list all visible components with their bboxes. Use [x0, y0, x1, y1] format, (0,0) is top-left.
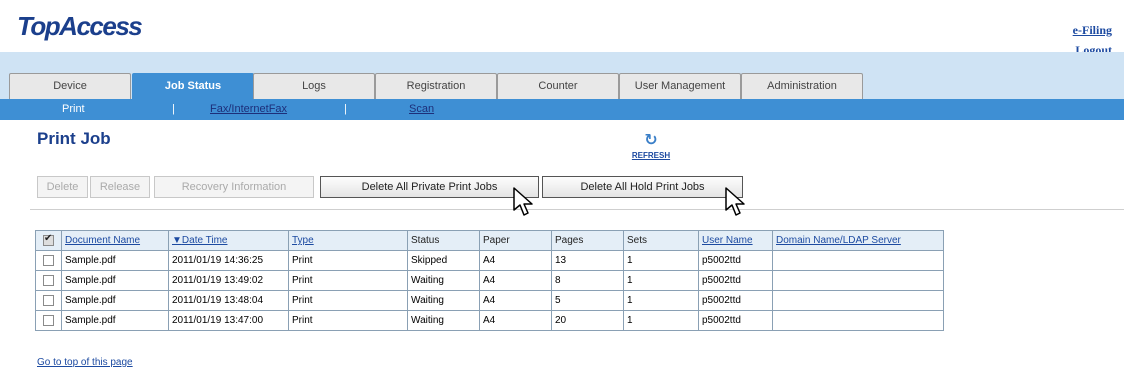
table-row: Sample.pdf 2011/01/19 13:48:04 Print Wai…	[35, 290, 944, 311]
refresh-button[interactable]: ↻ REFRESH	[628, 132, 674, 161]
cell-user-name: p5002ttd	[698, 310, 773, 331]
cell-sets: 1	[623, 270, 699, 291]
col-document-name[interactable]: Document Name	[61, 230, 169, 251]
recovery-information-button[interactable]: Recovery Information	[154, 176, 314, 198]
efiling-link[interactable]: e-Filing	[1073, 20, 1112, 40]
page-title: Print Job	[37, 129, 111, 148]
main-tab-bar: Device Job Status Logs Registration Coun…	[0, 52, 1124, 99]
cell-date-time: 2011/01/19 13:48:04	[168, 290, 289, 311]
cell-document-name: Sample.pdf	[61, 310, 169, 331]
cell-document-name: Sample.pdf	[61, 290, 169, 311]
cell-document-name: Sample.pdf	[61, 270, 169, 291]
cell-pages: 13	[551, 250, 624, 271]
row-checkbox-cell[interactable]	[35, 270, 62, 291]
cell-sets: 1	[623, 290, 699, 311]
table-header-row: Document Name ▼Date Time Type Status Pap…	[35, 230, 944, 251]
cell-date-time: 2011/01/19 14:36:25	[168, 250, 289, 271]
col-sets: Sets	[623, 230, 699, 251]
divider	[30, 209, 1124, 210]
cell-domain-name	[772, 310, 944, 331]
mouse-pointer-icon	[513, 187, 533, 216]
cell-status: Waiting	[407, 270, 480, 291]
cell-domain-name	[772, 270, 944, 291]
col-date-time-label: Date Time	[181, 235, 228, 246]
refresh-icon: ↻	[644, 132, 658, 149]
col-pages: Pages	[551, 230, 624, 251]
row-checkbox-cell[interactable]	[35, 310, 62, 331]
sort-desc-icon: ▼	[172, 235, 182, 246]
col-domain-name[interactable]: Domain Name/LDAP Server	[772, 230, 944, 251]
subnav-scan[interactable]: Scan	[409, 103, 434, 115]
refresh-label: REFRESH	[631, 151, 671, 160]
cell-document-name: Sample.pdf	[61, 250, 169, 271]
cell-type: Print	[288, 250, 408, 271]
table-row: Sample.pdf 2011/01/19 13:47:00 Print Wai…	[35, 310, 944, 331]
cell-user-name: p5002ttd	[698, 250, 773, 271]
cell-paper: A4	[479, 270, 552, 291]
col-type[interactable]: Type	[288, 230, 408, 251]
table-row: Sample.pdf 2011/01/19 13:49:02 Print Wai…	[35, 270, 944, 291]
subnav-separator: |	[344, 103, 347, 115]
mouse-pointer-icon	[725, 187, 745, 216]
release-button[interactable]: Release	[90, 176, 150, 198]
col-user-name[interactable]: User Name	[698, 230, 773, 251]
col-status: Status	[407, 230, 480, 251]
subnav-separator: |	[172, 103, 175, 115]
subnav-fax[interactable]: Fax/InternetFax	[210, 103, 287, 115]
tab-job-status[interactable]: Job Status	[132, 73, 254, 99]
cell-paper: A4	[479, 310, 552, 331]
cell-type: Print	[288, 310, 408, 331]
delete-button[interactable]: Delete	[37, 176, 88, 198]
cell-user-name: p5002ttd	[698, 290, 773, 311]
cell-sets: 1	[623, 250, 699, 271]
cell-pages: 8	[551, 270, 624, 291]
tab-logs[interactable]: Logs	[253, 73, 375, 99]
tab-counter[interactable]: Counter	[497, 73, 619, 99]
row-checkbox-cell[interactable]	[35, 290, 62, 311]
tab-user-management[interactable]: User Management	[619, 73, 741, 99]
subnav-print[interactable]: Print	[62, 103, 85, 115]
row-checkbox[interactable]	[43, 254, 54, 266]
col-date-time[interactable]: ▼Date Time	[168, 230, 289, 251]
cell-domain-name	[772, 290, 944, 311]
tab-administration[interactable]: Administration	[741, 73, 863, 99]
tab-device[interactable]: Device	[9, 73, 131, 99]
cell-status: Waiting	[407, 310, 480, 331]
sub-navigation: Print | Fax/InternetFax | Scan	[0, 99, 1124, 120]
row-checkbox[interactable]	[43, 314, 54, 326]
select-all-checkbox[interactable]	[43, 233, 54, 246]
delete-all-hold-print-jobs-button[interactable]: Delete All Hold Print Jobs	[542, 176, 743, 198]
cell-paper: A4	[479, 290, 552, 311]
cell-status: Waiting	[407, 290, 480, 311]
go-to-top-link[interactable]: Go to top of this page	[37, 357, 133, 368]
print-job-table: Document Name ▼Date Time Type Status Pap…	[35, 230, 944, 331]
cell-user-name: p5002ttd	[698, 270, 773, 291]
cell-pages: 20	[551, 310, 624, 331]
cell-paper: A4	[479, 250, 552, 271]
cell-type: Print	[288, 270, 408, 291]
delete-all-private-print-jobs-button[interactable]: Delete All Private Print Jobs	[320, 176, 539, 198]
cell-domain-name	[772, 250, 944, 271]
cell-date-time: 2011/01/19 13:47:00	[168, 310, 289, 331]
row-checkbox[interactable]	[43, 274, 54, 286]
topaccess-logo: TopAccess	[17, 11, 143, 41]
cell-date-time: 2011/01/19 13:49:02	[168, 270, 289, 291]
cell-type: Print	[288, 290, 408, 311]
cell-pages: 5	[551, 290, 624, 311]
cell-sets: 1	[623, 310, 699, 331]
cell-status: Skipped	[407, 250, 480, 271]
select-all-checkbox-cell[interactable]	[35, 230, 62, 251]
row-checkbox[interactable]	[43, 294, 54, 306]
tab-registration[interactable]: Registration	[375, 73, 497, 99]
row-checkbox-cell[interactable]	[35, 250, 62, 271]
table-row: Sample.pdf 2011/01/19 14:36:25 Print Ski…	[35, 250, 944, 271]
col-paper: Paper	[479, 230, 552, 251]
